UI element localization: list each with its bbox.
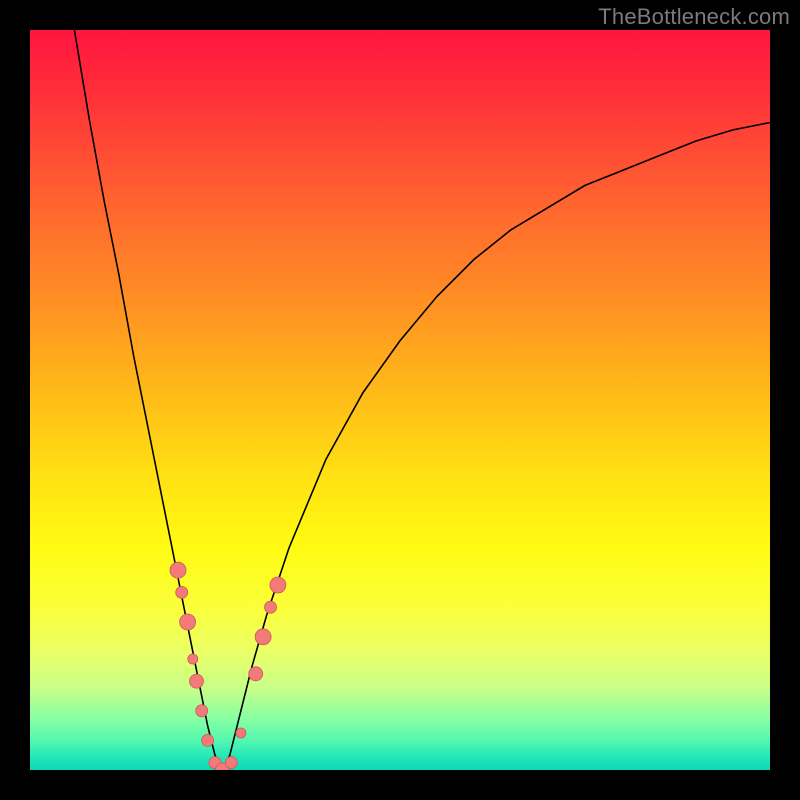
data-marker — [202, 734, 214, 746]
markers-group — [170, 562, 286, 770]
data-marker — [270, 577, 286, 593]
data-marker — [265, 601, 277, 613]
data-marker — [225, 757, 237, 769]
plot-background — [30, 30, 770, 770]
data-marker — [249, 667, 263, 681]
data-marker — [196, 705, 208, 717]
data-marker — [176, 586, 188, 598]
data-marker — [188, 654, 198, 664]
watermark-text: TheBottleneck.com — [598, 4, 790, 30]
data-marker — [236, 728, 246, 738]
data-marker — [190, 674, 204, 688]
bottleneck-curve — [74, 30, 770, 770]
chart-frame: TheBottleneck.com — [0, 0, 800, 800]
chart-svg — [30, 30, 770, 770]
data-marker — [180, 614, 196, 630]
data-marker — [170, 562, 186, 578]
data-marker — [255, 629, 271, 645]
